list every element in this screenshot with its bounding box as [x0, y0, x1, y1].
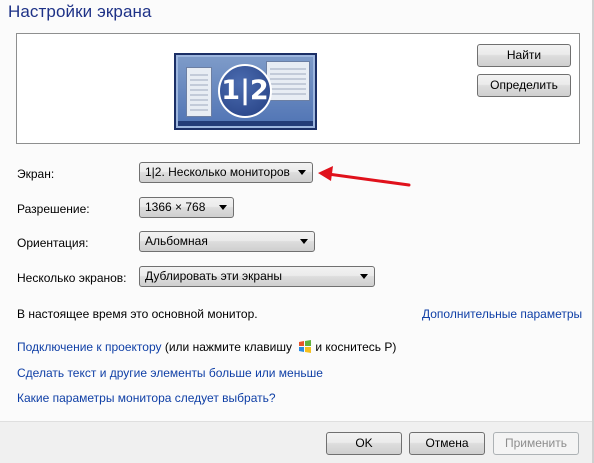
red-arrow-icon [318, 166, 411, 187]
